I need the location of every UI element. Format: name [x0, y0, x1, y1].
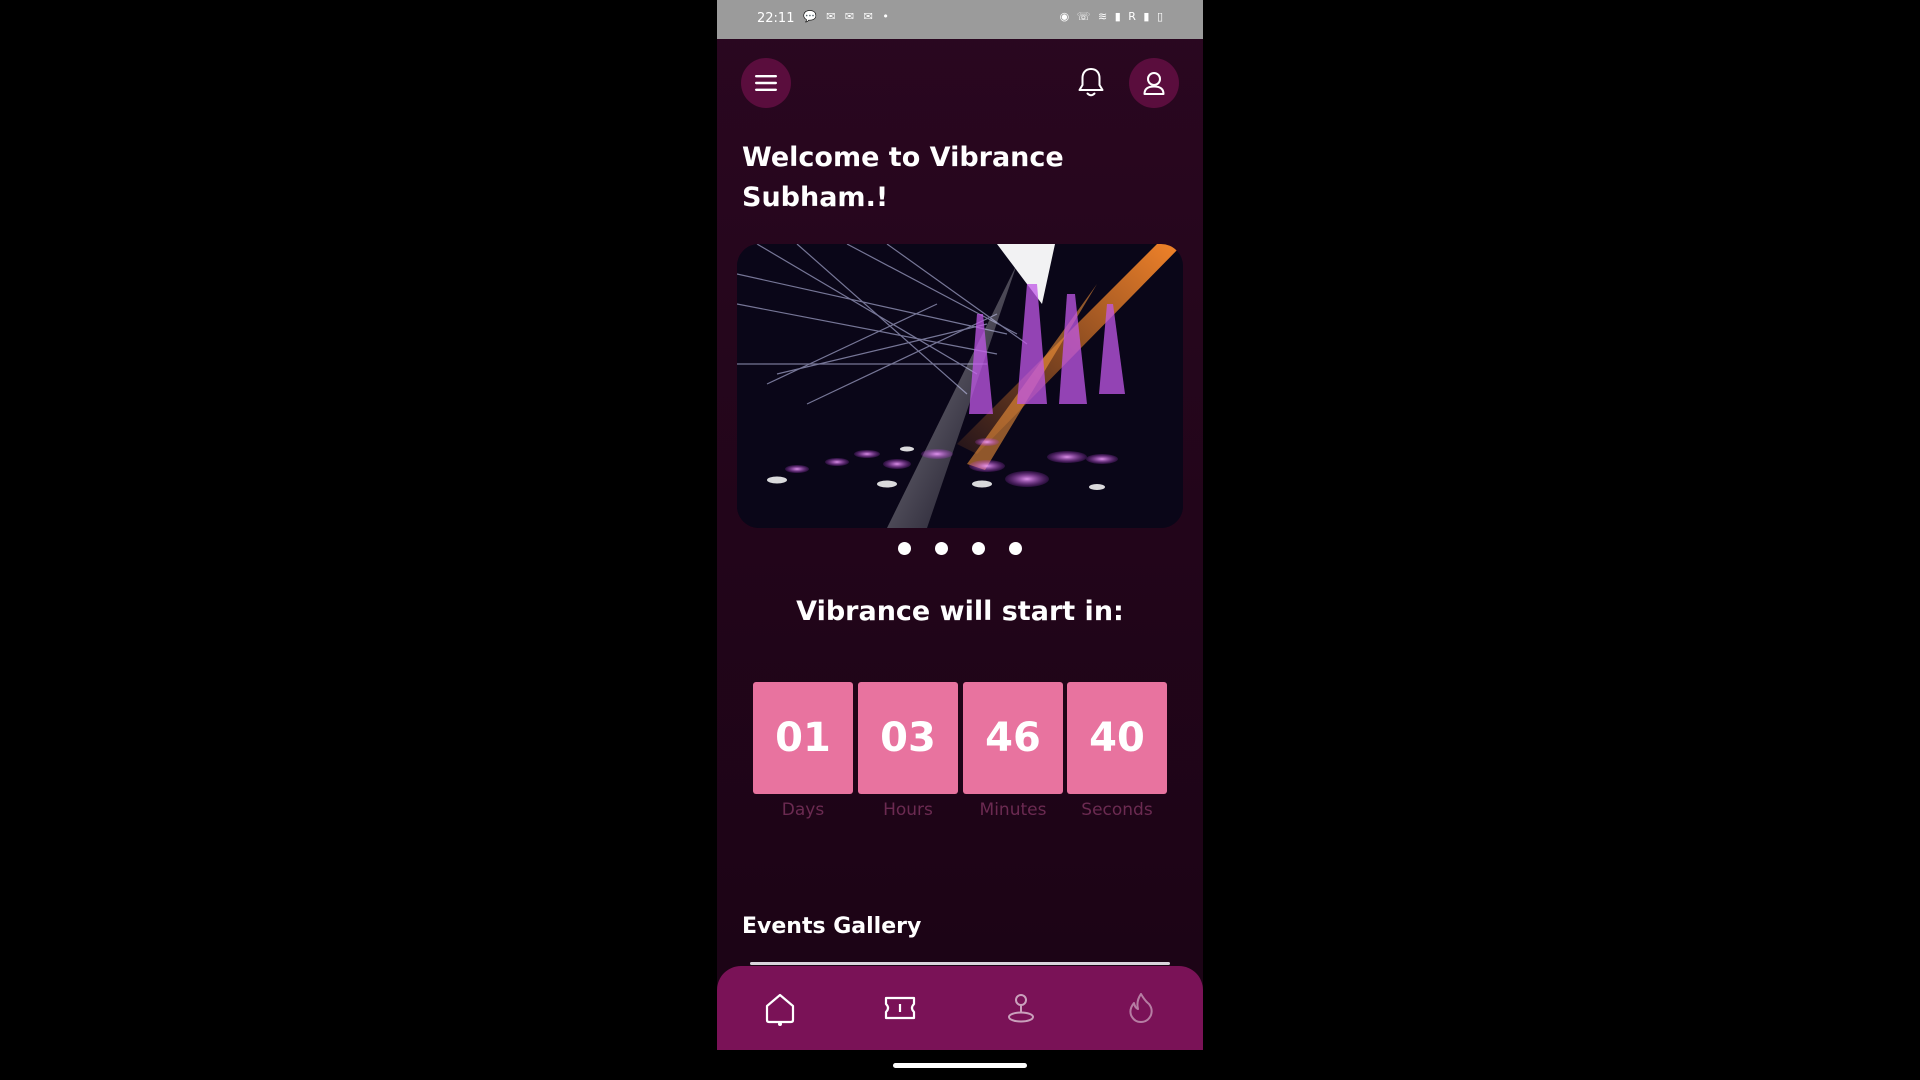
- welcome-line-1: Welcome to Vibrance: [742, 142, 1064, 173]
- bell-icon: [1078, 68, 1104, 97]
- home-gesture-bar[interactable]: [893, 1063, 1027, 1068]
- ticket-icon: [884, 996, 916, 1020]
- carousel-dot[interactable]: [972, 542, 985, 555]
- carousel-dot[interactable]: [935, 542, 948, 555]
- nav-trending[interactable]: [1121, 988, 1161, 1028]
- system-status-icons: ◉ ☏ ≋ ▮ R ▮ ▯: [1059, 10, 1165, 23]
- countdown-days: 01 Days: [753, 682, 853, 820]
- countdown-minutes-label: Minutes: [979, 800, 1047, 820]
- welcome-line-2: Subham.!: [742, 182, 889, 213]
- carousel-indicator: [717, 540, 1203, 556]
- carousel-dot[interactable]: [1009, 542, 1022, 555]
- countdown-days-label: Days: [781, 800, 825, 820]
- user-icon: [1143, 72, 1165, 95]
- menu-button[interactable]: [741, 58, 791, 108]
- countdown-hours: 03 Hours: [858, 682, 958, 820]
- nav-location[interactable]: [1001, 988, 1041, 1028]
- countdown-title: Vibrance will start in:: [796, 596, 1124, 627]
- app-screen: 22:11 💬 ✉ ✉ ✉ • ◉ ☏ ≋ ▮ R ▮ ▯ Welcome to…: [717, 0, 1203, 1050]
- countdown-minutes-value: 46: [963, 682, 1063, 794]
- welcome-heading: Welcome to Vibrance Subham.!: [742, 138, 1142, 218]
- carousel-dot[interactable]: [898, 542, 911, 555]
- fire-icon: [1129, 993, 1153, 1023]
- countdown-timer: 01 Days 03 Hours 46 Minutes 40 Seconds: [753, 682, 1173, 822]
- countdown-days-value: 01: [753, 682, 853, 794]
- countdown-hours-label: Hours: [883, 800, 933, 820]
- hamburger-icon: [755, 75, 777, 91]
- countdown-seconds-value: 40: [1067, 682, 1167, 794]
- gallery-divider: [750, 962, 1170, 965]
- countdown-hours-value: 03: [858, 682, 958, 794]
- bottom-navigation: [717, 966, 1203, 1050]
- status-bar: 22:11 💬 ✉ ✉ ✉ • ◉ ☏ ≋ ▮ R ▮ ▯: [717, 0, 1203, 39]
- carousel-slide-image[interactable]: [737, 244, 1183, 528]
- nav-tickets[interactable]: [880, 988, 920, 1028]
- events-gallery-title: Events Gallery: [742, 914, 922, 939]
- stage-lights-image: [737, 244, 1183, 528]
- countdown-seconds: 40 Seconds: [1067, 682, 1167, 820]
- profile-button[interactable]: [1129, 58, 1179, 108]
- location-icon: [1008, 994, 1034, 1023]
- notification-icons: 💬 ✉ ✉ ✉ •: [803, 10, 892, 23]
- nav-active-indicator: [778, 1022, 782, 1026]
- home-icon: [765, 993, 795, 1024]
- countdown-minutes: 46 Minutes: [963, 682, 1063, 820]
- status-time: 22:11: [757, 11, 795, 26]
- notifications-button[interactable]: [1073, 64, 1109, 100]
- countdown-seconds-label: Seconds: [1081, 800, 1153, 820]
